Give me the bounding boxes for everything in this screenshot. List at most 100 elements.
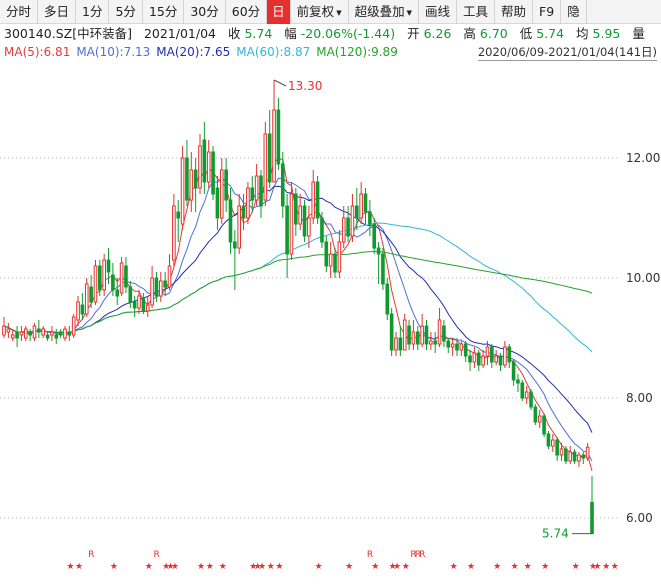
- candle-body: [524, 391, 529, 399]
- star-marker: ★: [450, 562, 458, 572]
- candle-body: [476, 352, 481, 366]
- high-annotation-pointer: [273, 79, 287, 87]
- R-marker: R: [367, 550, 373, 560]
- y-tick-label: 12.00: [626, 151, 660, 165]
- candle-body: [163, 280, 167, 288]
- candle-body: [80, 304, 85, 315]
- candle-body: [341, 217, 346, 243]
- candle-body: [385, 283, 390, 315]
- candle-body: [185, 157, 189, 201]
- candle-body: [302, 205, 307, 237]
- candle-body: [89, 286, 93, 303]
- candle-body: [19, 331, 24, 336]
- star-marker: ★: [66, 562, 74, 572]
- candle-body: [559, 448, 564, 456]
- candle-body: [533, 406, 538, 423]
- candle-body: [415, 331, 420, 345]
- candle-body: [263, 133, 268, 201]
- candle-body: [150, 277, 154, 306]
- candle-body: [289, 193, 294, 255]
- candle-body: [272, 109, 276, 183]
- candle-body: [10, 334, 15, 339]
- candle-body: [167, 265, 172, 288]
- star-marker: ★: [467, 562, 475, 572]
- candle-body: [141, 298, 146, 312]
- candle-body: [267, 133, 272, 183]
- star-marker: ★: [541, 562, 549, 572]
- grid-layer: 12.00 10.00 8.00 6.00: [0, 151, 660, 525]
- star-marker: ★: [258, 562, 266, 572]
- candle-body: [411, 331, 416, 345]
- candle-body: [511, 361, 516, 381]
- star-marker: ★: [315, 562, 323, 572]
- candle-body: [564, 448, 568, 462]
- candle-body: [472, 352, 477, 363]
- candle-body: [32, 325, 37, 339]
- candle-body: [298, 205, 302, 225]
- candle-body: [158, 280, 163, 297]
- R-marker: R: [153, 550, 159, 560]
- high-annotation-label: 13.30: [288, 79, 322, 93]
- y-tick-label: 10.00: [626, 271, 660, 285]
- candle-body: [394, 337, 398, 351]
- candle-body: [76, 301, 80, 321]
- candle-body: [398, 337, 403, 351]
- candle-body: [246, 187, 250, 219]
- candle-body: [102, 259, 106, 291]
- candle-body: [294, 193, 298, 225]
- candle-body: [41, 328, 46, 336]
- candle-body: [50, 331, 54, 336]
- candle-body: [529, 391, 533, 408]
- event-marker-layer: ★ ★ ★ ★ ★★★ ★ ★ ★ ★★★ ★ ★ ★ ★ ★ ★★ ★ ★ ★ ★ ★ ★ ★ ★ ★★ ★ ★R R R RRR: [66, 550, 619, 572]
- candle-body: [132, 301, 137, 309]
- candle-body: [254, 175, 259, 201]
- star-marker: ★: [75, 562, 83, 572]
- candle-body: [106, 259, 111, 273]
- star-marker: ★: [393, 562, 401, 572]
- candle-body: [93, 265, 98, 303]
- candle-body: [542, 415, 546, 435]
- candle-body: [137, 295, 141, 309]
- candle-body: [119, 262, 124, 294]
- candle-body: [546, 433, 551, 447]
- candle-body: [577, 454, 581, 462]
- candle-body: [115, 289, 120, 297]
- candle-body: [420, 325, 424, 345]
- candle-body: [450, 343, 455, 348]
- candle-body: [446, 340, 451, 348]
- star-marker: ★: [371, 562, 379, 572]
- candle-body: [211, 151, 215, 195]
- candle-body: [215, 187, 220, 219]
- star-marker: ★: [206, 562, 214, 572]
- candle-body: [328, 253, 333, 267]
- candle-body: [285, 205, 289, 255]
- candle-body: [219, 169, 224, 219]
- candle-body: [98, 265, 102, 291]
- star-marker: ★: [345, 562, 353, 572]
- candle-body: [381, 253, 385, 285]
- candle-body: [206, 151, 211, 183]
- candle-body: [63, 328, 67, 339]
- ma20-line: [3, 185, 593, 433]
- candle-body: [437, 319, 442, 345]
- candle-body: [359, 193, 363, 219]
- candle-body: [189, 169, 194, 201]
- candle-body: [459, 343, 464, 351]
- candle-body: [585, 446, 590, 459]
- ma10-line: [3, 177, 593, 462]
- candle-body: [520, 382, 525, 399]
- candle-body: [402, 319, 407, 351]
- star-marker: ★: [402, 562, 410, 572]
- candle-body: [363, 193, 368, 213]
- candle-body: [111, 274, 115, 291]
- candle-body: [555, 439, 559, 456]
- candle-body: [455, 343, 459, 351]
- candle-body: [224, 169, 228, 201]
- star-marker: ★: [171, 562, 179, 572]
- candle-body: [2, 325, 6, 336]
- candle-body: [346, 217, 350, 237]
- star-marker: ★: [267, 562, 275, 572]
- candle-body: [550, 439, 555, 447]
- candle-body: [6, 328, 11, 333]
- candle-body: [372, 223, 377, 249]
